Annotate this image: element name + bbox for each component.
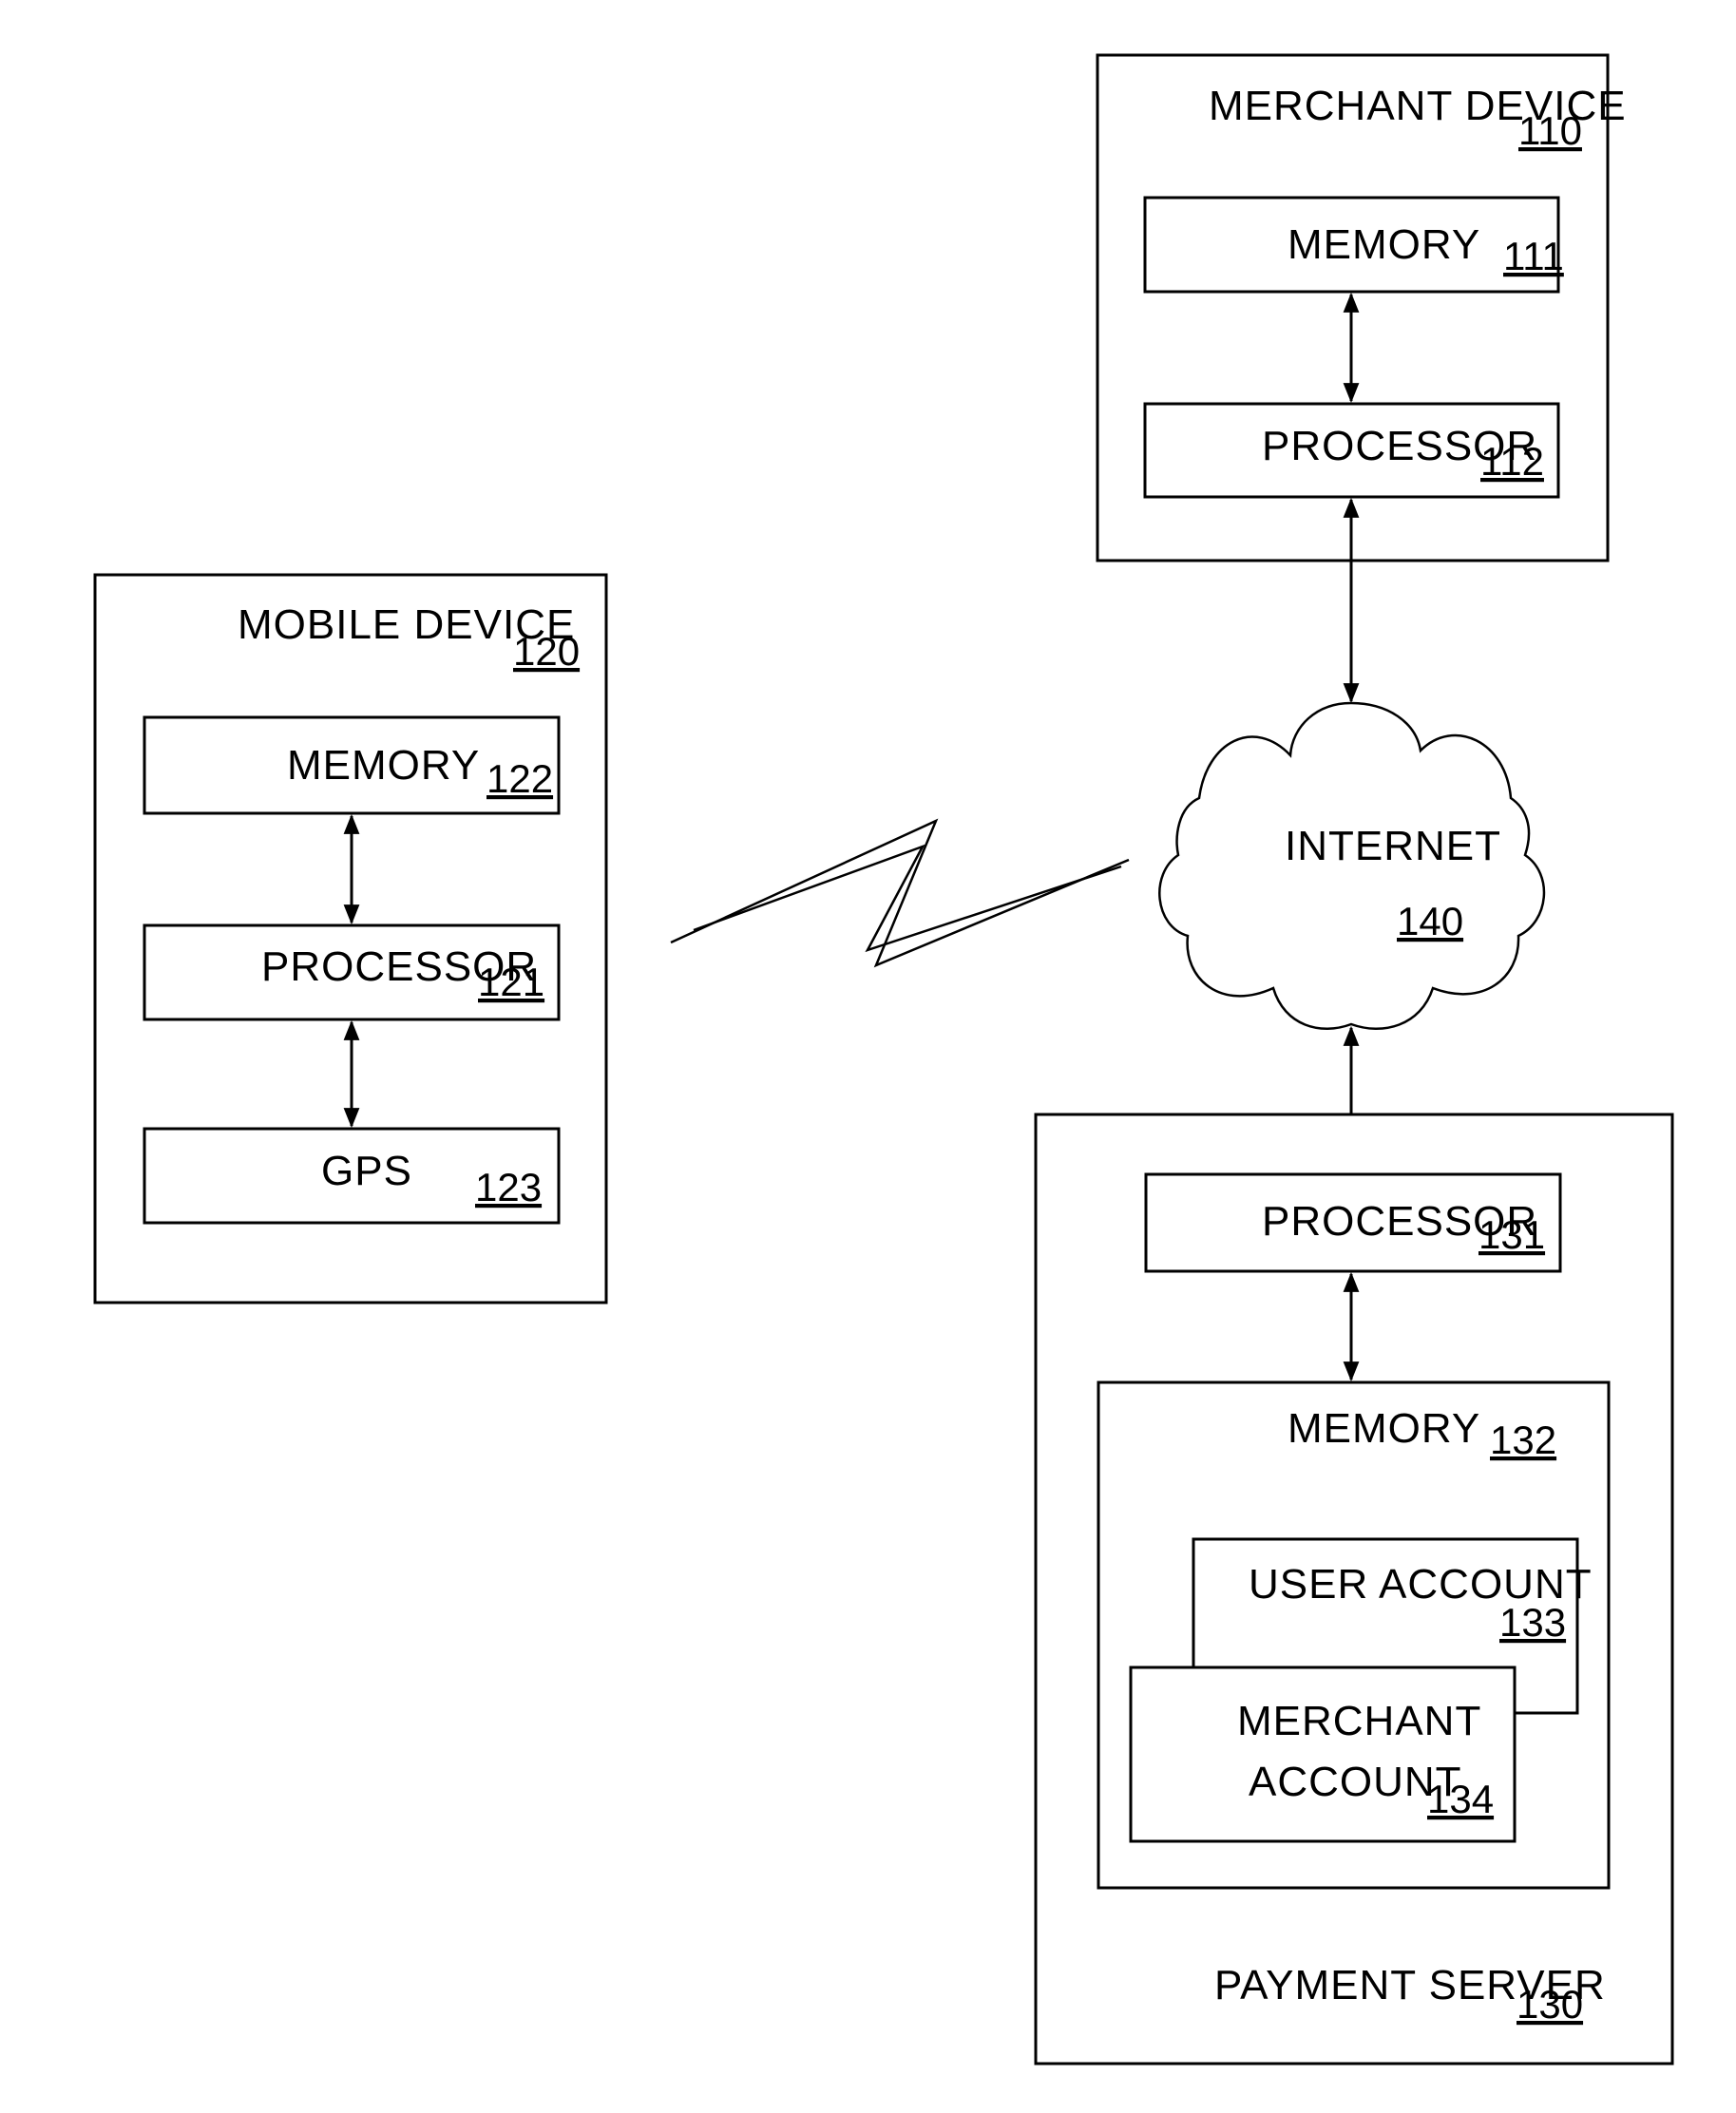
- server-memory-label: MEMORY: [1288, 1405, 1480, 1452]
- server-processor-ref: 131: [1478, 1212, 1545, 1257]
- merchant-memory: MEMORY 111: [1143, 196, 1564, 294]
- internet-ref: 140: [1397, 899, 1463, 943]
- server-processor: PROCESSOR 131: [1144, 1172, 1562, 1273]
- mobile-processor-ref: 121: [478, 960, 544, 1004]
- payment-server-ref: 130: [1517, 1982, 1583, 2027]
- server-memory: MEMORY 132 USER ACCOUNT 133 MERCHANT ACC…: [1097, 1380, 1611, 1890]
- merchant-account-ref: 134: [1427, 1777, 1494, 1821]
- payment-server: PROCESSOR 131 MEMORY 132 USER ACCOUNT 13…: [1034, 1113, 1674, 2065]
- server-memory-ref: 132: [1490, 1418, 1556, 1462]
- merchant-device: MERCHANT DEVICE 110 MEMORY 111 PROCESSOR…: [1096, 53, 1626, 562]
- merchant-processor-ref: 112: [1480, 439, 1544, 484]
- merchant-memory-ref: 111: [1503, 234, 1564, 278]
- wireless-bolt-outer: [670, 818, 1130, 968]
- mobile-device-ref: 120: [513, 629, 580, 674]
- merchant-device-ref: 110: [1518, 108, 1582, 153]
- mobile-device: MOBILE DEVICE 120 MEMORY 122 PROCESSOR 1…: [93, 573, 608, 1304]
- gps-ref: 123: [475, 1165, 542, 1209]
- internet-label: INTERNET: [1285, 823, 1501, 869]
- mobile-memory-label: MEMORY: [287, 742, 480, 789]
- gps-label: GPS: [321, 1148, 412, 1194]
- mobile-memory-ref: 122: [486, 756, 553, 801]
- mobile-processor: PROCESSOR 121: [143, 923, 561, 1021]
- mobile-gps: GPS 123: [143, 1127, 561, 1225]
- merchant-processor: PROCESSOR 112: [1143, 402, 1560, 499]
- merchant-memory-label: MEMORY: [1288, 221, 1480, 268]
- internet-cloud: INTERNET 140: [1158, 701, 1546, 1030]
- user-account-ref: 133: [1499, 1600, 1566, 1645]
- system-diagram: MERCHANT DEVICE 110 MEMORY 111 PROCESSOR…: [93, 53, 1674, 2065]
- mobile-memory: MEMORY 122: [143, 715, 561, 815]
- wireless-link-icon: [670, 818, 1130, 968]
- merchant-account-label-line1: MERCHANT: [1237, 1698, 1481, 1744]
- merchant-account: MERCHANT ACCOUNT 134: [1129, 1666, 1517, 1843]
- wireless-bolt-inner: [693, 844, 1122, 953]
